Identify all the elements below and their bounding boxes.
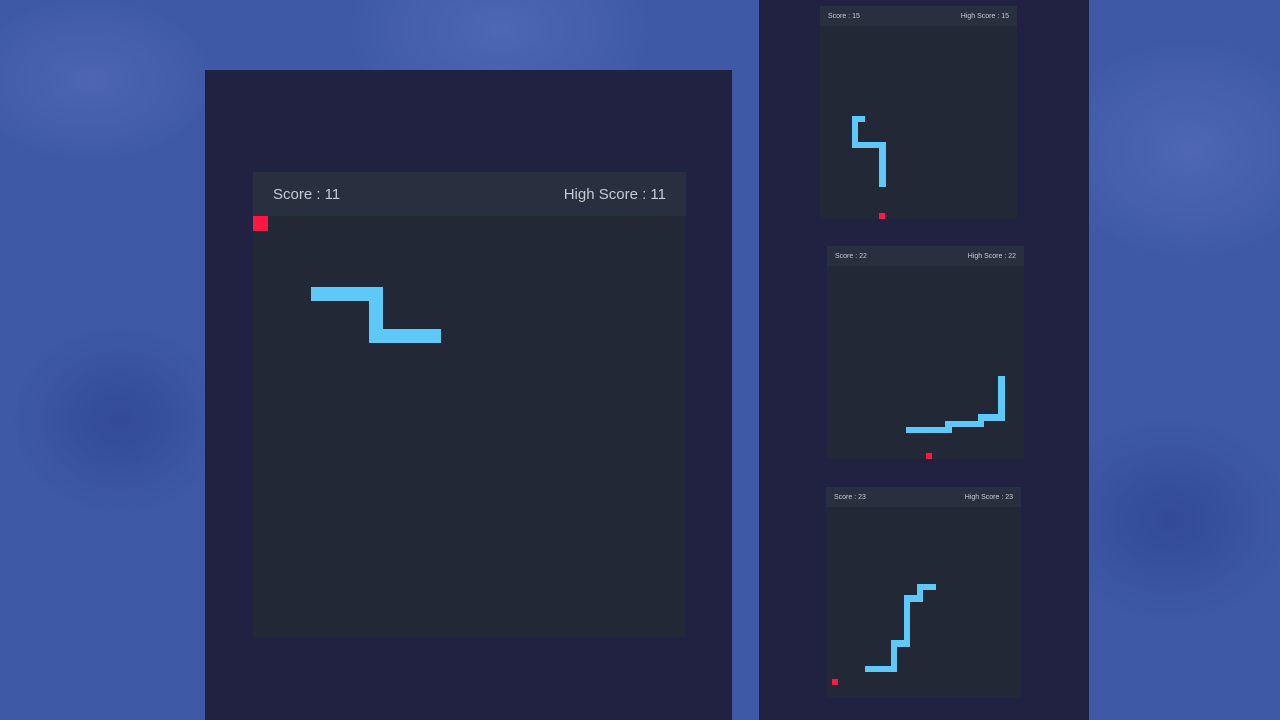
food-pellet (879, 213, 885, 219)
snake-segment (998, 376, 1005, 421)
score-bar: Score : 11 High Score : 11 (253, 172, 686, 216)
score-bar: Score : 23 High Score : 23 (826, 487, 1021, 507)
main-game-panel: Score : 11 High Score : 11 (205, 70, 732, 720)
food-pellet (926, 453, 932, 459)
score-label: Score : 22 (835, 252, 867, 260)
game-board-thumbnail-3[interactable]: Score : 23 High Score : 23 (826, 487, 1021, 698)
high-score-label: High Score : 11 (563, 185, 666, 203)
snake-segment (917, 584, 936, 590)
high-score-label: High Score : 23 (964, 493, 1013, 501)
snake-segment (904, 595, 910, 647)
game-board-thumbnail-2[interactable]: Score : 22 High Score : 22 (827, 246, 1024, 459)
score-bar: Score : 15 High Score : 15 (820, 6, 1017, 26)
score-bar: Score : 22 High Score : 22 (827, 246, 1024, 266)
score-label: Score : 11 (273, 185, 341, 203)
snake-segment (369, 329, 441, 343)
food-pellet (832, 679, 838, 685)
game-board[interactable]: Score : 11 High Score : 11 (253, 172, 686, 637)
score-label: Score : 15 (828, 12, 860, 20)
score-label: Score : 23 (834, 493, 866, 501)
snake-segment (879, 142, 886, 187)
thumbnail-column: Score : 15 High Score : 15 Score : 22 Hi… (759, 0, 1089, 720)
high-score-label: High Score : 15 (960, 12, 1009, 20)
high-score-label: High Score : 22 (967, 252, 1016, 260)
game-board-thumbnail-1[interactable]: Score : 15 High Score : 15 (820, 6, 1017, 219)
food-pellet (253, 216, 268, 231)
